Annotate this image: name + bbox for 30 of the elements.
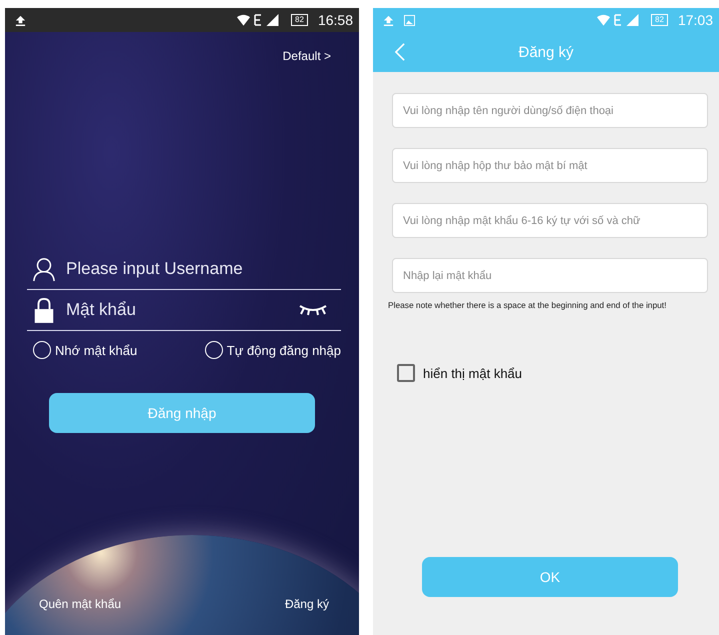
input-field[interactable]: Vui lòng nhập hộp thư bảo mật bí mật — [392, 148, 708, 183]
input-field[interactable]: Nhập lại mật khẩu — [392, 258, 708, 293]
radio-option[interactable]: Nhớ mật khẩu — [33, 341, 138, 359]
input-field[interactable]: Vui lòng nhập mật khẩu 6-16 ký tự với số và chữ — [392, 203, 708, 238]
closed-eye-icon[interactable] — [299, 304, 327, 316]
upload-icon — [383, 14, 394, 26]
register-link[interactable]: Đăng ký — [284, 597, 329, 611]
radio-option[interactable]: Tự động đăng nhập — [204, 341, 341, 359]
padlock-icon — [32, 297, 56, 323]
clock-time: 16:58 — [318, 12, 353, 28]
user-icon — [32, 256, 56, 282]
forgot-password-link[interactable]: Quên mật khẩu — [39, 597, 122, 611]
upload-icon — [15, 14, 26, 26]
network-e-icon — [254, 14, 262, 26]
battery-level: 82 — [291, 14, 308, 26]
image-icon — [404, 14, 415, 26]
signal-icon — [266, 14, 280, 26]
input-note: Please note whether there is a space at the beginning and end of the input! — [388, 300, 668, 310]
page-title: Đăng ký — [518, 44, 574, 60]
server-link[interactable]: Default > — [282, 49, 331, 63]
signal-icon — [626, 14, 640, 26]
network-e-icon — [614, 14, 622, 26]
show-password-checkbox[interactable]: hiển thị mật khẩu — [397, 364, 708, 382]
input-field[interactable]: Vui lòng nhập tên người dùng/số điện thoại — [392, 93, 708, 128]
password-field[interactable]: Mật khẩu — [64, 299, 291, 321]
battery-level: 82 — [651, 14, 668, 26]
clock-time: 17:03 — [678, 12, 713, 28]
wifi-icon — [237, 14, 250, 26]
wifi-icon — [597, 14, 610, 26]
username-field[interactable]: Please input Username — [64, 258, 341, 280]
